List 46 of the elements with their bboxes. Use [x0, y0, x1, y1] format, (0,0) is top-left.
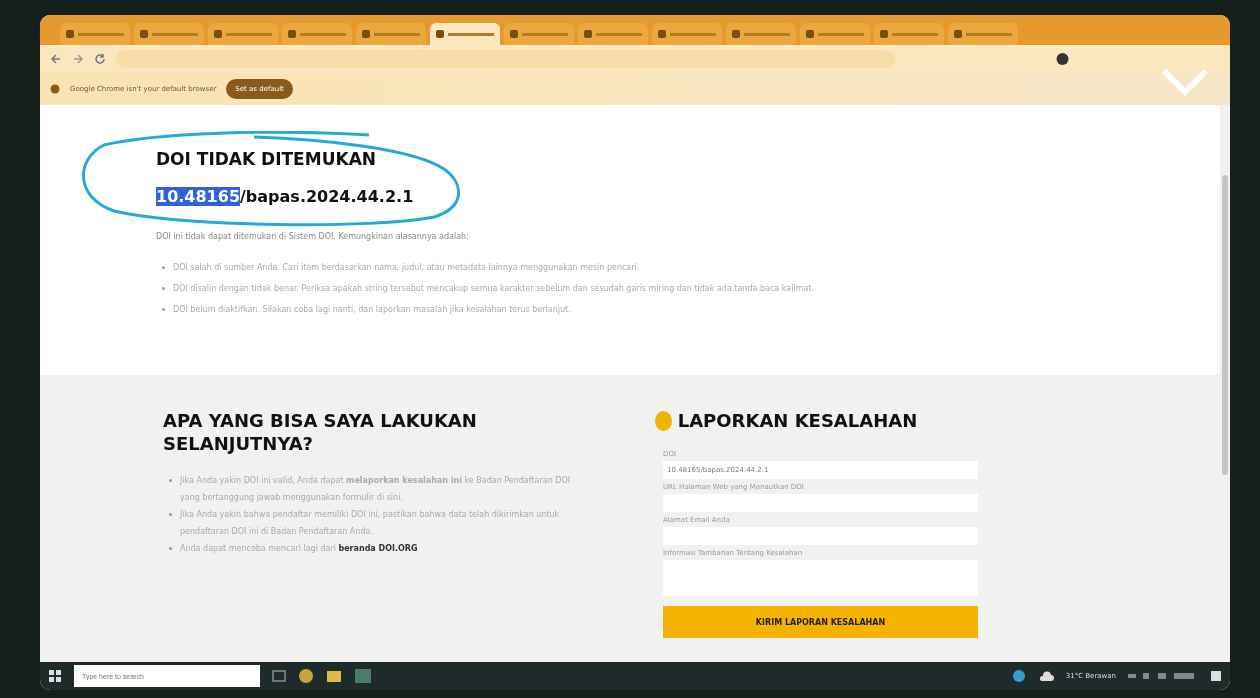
- browser-tab[interactable]: [800, 23, 870, 45]
- chrome-icon[interactable]: [50, 84, 60, 94]
- browser-tab[interactable]: [504, 23, 574, 45]
- browser-icon[interactable]: [298, 668, 314, 684]
- step-text: Jika Anda yakin bahwa pendaftar memiliki DOI ini, pastikan bahwa data telah dikirimkan untuk pendaftaran DOI ini di Badan Pendaftaran Anda.: [180, 508, 561, 538]
- browser-tab[interactable]: [60, 23, 130, 45]
- form-title: LAPORKAN KESALAHAN: [677, 409, 919, 433]
- globe-icon[interactable]: [1011, 669, 1026, 683]
- warning-icon: [655, 410, 672, 431]
- windows-icon[interactable]: [48, 669, 62, 683]
- reason-text: DOI disalin dengan tidak benar. Periksa apakah string tersebut mencakup semua karakter sebelum dan sesudah garis miring dan tidak ada tanda baca kalimat.: [173, 284, 814, 293]
- section-title: APA YANG BISA SAYA LAKUKAN SELANJUTNYA?: [163, 409, 478, 456]
- notification-icon[interactable]: [1210, 670, 1222, 682]
- cloud-icon[interactable]: [1037, 670, 1054, 682]
- folder-icon[interactable]: [326, 669, 342, 683]
- browser-tab[interactable]: [208, 23, 278, 45]
- back-icon[interactable]: [50, 53, 62, 65]
- reason-text: DOI belum diaktifkan. Silakan coba lagi nanti, dan laporkan masalah jika kesalahan terus berlanjut.: [173, 305, 571, 314]
- browser-tab[interactable]: [874, 23, 944, 45]
- browser-tab[interactable]: [578, 23, 648, 45]
- app-icon[interactable]: [354, 668, 372, 684]
- bullet-icon: [162, 308, 165, 311]
- browser-tab[interactable]: [430, 23, 500, 45]
- homepage-link[interactable]: beranda DOI.ORG: [338, 543, 418, 553]
- forward-icon[interactable]: [72, 53, 84, 65]
- bullet-icon: [169, 546, 172, 550]
- step-text: Anda dapat mencoba mencari lagi dari beranda DOI.ORG: [180, 542, 418, 555]
- reason-text: DOI salah di sumber Anda. Cari item berdasarkan nama, judul, atau metadata lainnya menggunakan mesin pencari.: [173, 263, 640, 272]
- browser-tab[interactable]: [282, 23, 352, 45]
- task-view-icon[interactable]: [272, 670, 286, 682]
- browser-tab[interactable]: [948, 23, 1018, 45]
- step-text: Jika Anda yakin DOI ini valid, Anda dapat melaporkan kesalahan ini ke Badan Pendaftaran DOI yang bertanggung jawab menggunakan formulir di sini.: [180, 474, 572, 504]
- bullet-icon: [169, 512, 172, 516]
- error-title: DOI TIDAK DITEMUKAN: [156, 149, 377, 169]
- bullet-icon: [162, 287, 165, 290]
- browser-tab[interactable]: [652, 23, 722, 45]
- browser-tab[interactable]: [134, 23, 204, 45]
- submit-button[interactable]: KIRIM LAPORAN KESALAHAN: [663, 606, 978, 639]
- bullet-icon: [169, 478, 172, 482]
- doi-suffix: /bapas.2024.44.2.1: [240, 187, 414, 206]
- reload-icon[interactable]: [94, 53, 106, 65]
- browser-tab[interactable]: [356, 23, 426, 45]
- browser-tab[interactable]: [726, 23, 796, 45]
- bullet-icon: [162, 266, 165, 269]
- scrollbar[interactable]: [1220, 105, 1230, 662]
- intro-text: DOI ini tidak dapat ditemukan di Sistem DOI. Kemungkinan alasannya adalah:: [156, 232, 470, 241]
